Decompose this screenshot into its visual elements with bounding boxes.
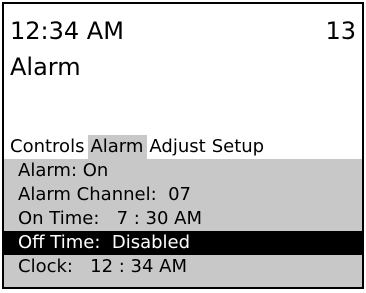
tab-alarm[interactable]: Alarm [88,135,148,159]
alarm-settings-list: Alarm: On Alarm Channel: 07 On Time: 7 :… [4,159,362,287]
tab-adjust[interactable]: Adjust [147,135,209,159]
tab-bar: Controls Alarm Adjust Setup [8,135,268,159]
page-title: Alarm [10,53,81,81]
status-bar: 12:34 AM 13 [10,16,362,46]
menu-item-on-time[interactable]: On Time: 7 : 30 AM [4,207,362,231]
channel-number: 13 [325,17,356,45]
tab-controls[interactable]: Controls [8,135,88,159]
clock-readout: 12:34 AM [10,17,124,45]
menu-item-alarm-state[interactable]: Alarm: On [4,159,362,183]
menu-item-alarm-channel[interactable]: Alarm Channel: 07 [4,183,362,207]
tab-setup[interactable]: Setup [210,135,268,159]
menu-item-clock[interactable]: Clock: 12 : 34 AM [4,255,362,279]
device-screen: 12:34 AM 13 Alarm Controls Alarm Adjust … [2,2,364,289]
menu-item-off-time[interactable]: Off Time: Disabled [4,231,362,255]
